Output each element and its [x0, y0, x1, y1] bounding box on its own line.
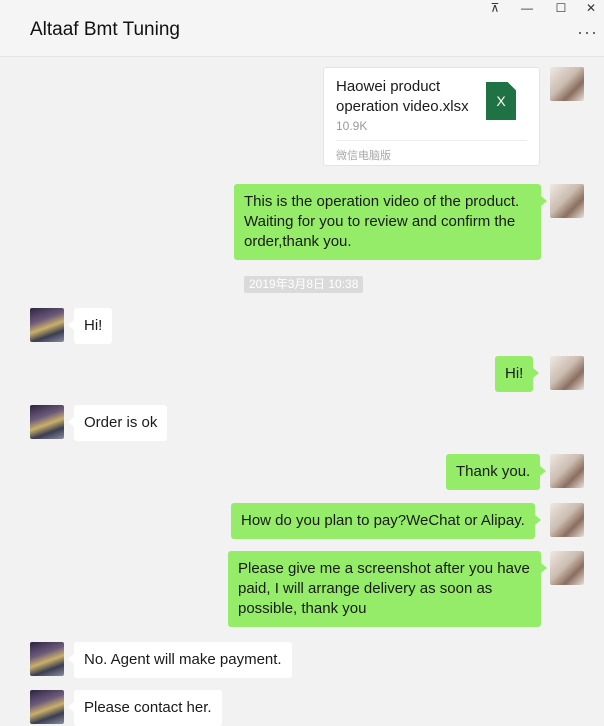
- more-options-button[interactable]: ···: [577, 22, 598, 43]
- my-avatar[interactable]: [550, 454, 584, 488]
- contact-avatar[interactable]: [30, 690, 64, 724]
- close-button[interactable]: ✕: [578, 0, 604, 18]
- minimize-button[interactable]: —: [514, 0, 540, 18]
- file-message-card[interactable]: Haowei product operation video.xlsx X 10…: [323, 67, 540, 166]
- file-name: Haowei product operation video.xlsx: [336, 78, 469, 115]
- file-card-divider: [336, 140, 527, 141]
- message-bubble-received[interactable]: No. Agent will make payment.: [68, 642, 292, 678]
- file-size: 10.9K: [336, 119, 368, 133]
- chat-area[interactable]: Haowei product operation video.xlsx X 10…: [0, 57, 604, 726]
- message-bubble-received[interactable]: Order is ok: [67, 405, 168, 441]
- chat-title: Altaaf Bmt Tuning: [30, 19, 180, 40]
- my-avatar[interactable]: [550, 551, 584, 585]
- message-bubble-received[interactable]: Hi!: [67, 308, 113, 344]
- message-bubble-sent[interactable]: Hi!: [495, 356, 540, 392]
- pin-button[interactable]: ⊼: [482, 0, 508, 18]
- maximize-button[interactable]: ☐: [548, 0, 574, 18]
- message-bubble-sent[interactable]: How do you plan to pay?WeChat or Alipay.: [231, 503, 541, 539]
- file-source-label: 微信电脑版: [336, 150, 391, 162]
- my-avatar[interactable]: [550, 356, 584, 390]
- title-bar: Altaaf Bmt Tuning ⊼ — ☐ ✕ ···: [0, 0, 604, 57]
- contact-avatar[interactable]: [30, 405, 64, 439]
- message-bubble-received[interactable]: Please contact her.: [68, 690, 222, 726]
- my-avatar[interactable]: [550, 184, 584, 218]
- excel-file-icon: X: [486, 82, 516, 120]
- my-avatar[interactable]: [550, 67, 584, 101]
- message-bubble-sent[interactable]: Thank you.: [446, 454, 547, 490]
- message-bubble-sent[interactable]: This is the operation video of the produ…: [234, 184, 547, 260]
- contact-avatar[interactable]: [30, 308, 64, 342]
- message-timestamp: 2019年3月8日 10:38: [244, 276, 364, 293]
- contact-avatar[interactable]: [30, 642, 64, 676]
- my-avatar[interactable]: [550, 503, 584, 537]
- message-bubble-sent[interactable]: Please give me a screenshot after you ha…: [228, 551, 547, 627]
